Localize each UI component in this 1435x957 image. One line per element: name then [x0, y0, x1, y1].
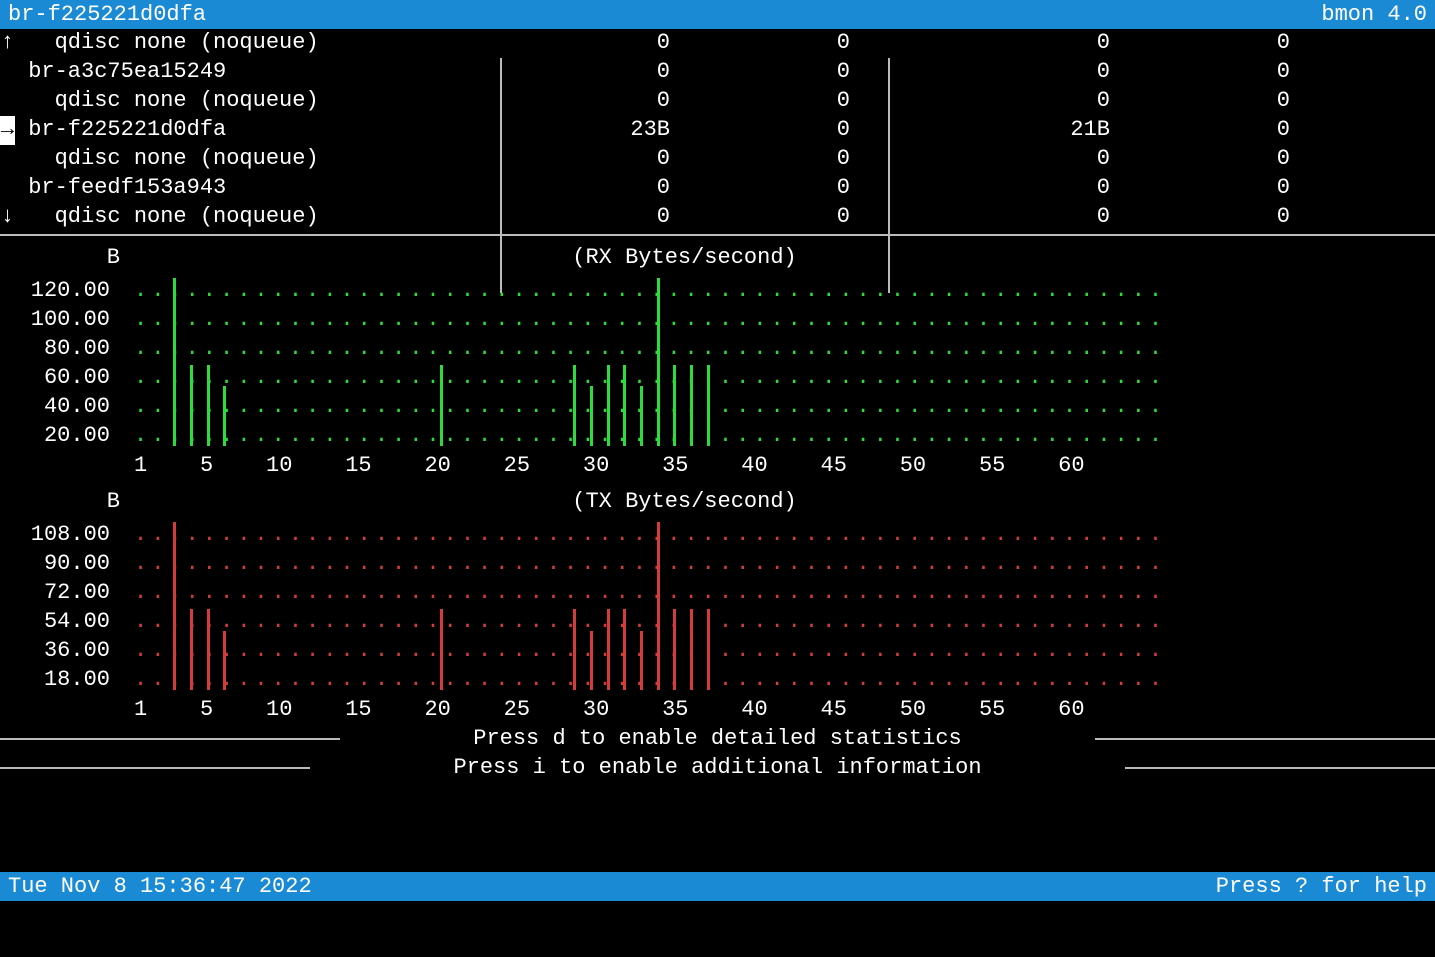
- gridline: ........................................…: [134, 608, 1134, 637]
- stat-tx_bytes: 0: [880, 87, 1140, 116]
- stat-rx_pkts: 0: [700, 87, 880, 116]
- stat-tx_bytes: 0: [880, 174, 1140, 203]
- stat-rx_pkts: 0: [700, 203, 880, 232]
- stat-rx_bytes: 0: [500, 87, 700, 116]
- stat-tx_pkts: 0: [1140, 87, 1320, 116]
- title-version: bmon 4.0: [1321, 0, 1427, 29]
- gridline: ........................................…: [134, 637, 1134, 666]
- stat-tx_bytes: 0: [880, 58, 1140, 87]
- y-tick: 54.00: [28, 608, 110, 637]
- stat-rx_bytes: 0: [500, 174, 700, 203]
- stat-rx_pkts: 0: [700, 116, 880, 145]
- tx-graph-section: B (TX Bytes/second) 108.00..............…: [0, 480, 1435, 724]
- interface-name: → br-f225221d0dfa: [0, 116, 500, 145]
- interface-name: ↑ qdisc none (noqueue): [0, 29, 500, 58]
- gridline: ........................................…: [134, 306, 1134, 335]
- y-tick: 20.00: [28, 422, 110, 451]
- statusbar: Tue Nov 8 15:36:47 2022 Press ? for help: [0, 872, 1435, 901]
- y-tick: 108.00: [28, 521, 110, 550]
- hint-additional: Press i to enable additional information: [0, 753, 1435, 782]
- gridline: ........................................…: [134, 521, 1134, 550]
- y-tick: 80.00: [28, 335, 110, 364]
- tx-graph: 108.00..................................…: [38, 521, 1435, 696]
- tx-x-axis: 1 5 10 15 20 25 30 35 40 45 50 55 60: [134, 696, 1435, 725]
- stat-tx_bytes: 0: [880, 203, 1140, 232]
- stat-tx_pkts: 0: [1140, 116, 1320, 145]
- interface-name: qdisc none (noqueue): [0, 87, 500, 116]
- gridline: ........................................…: [134, 277, 1134, 306]
- interface-row[interactable]: ↓ qdisc none (noqueue)0000: [0, 203, 1435, 232]
- stat-tx_bytes: 21B: [880, 116, 1140, 145]
- stat-rx_pkts: 0: [700, 58, 880, 87]
- title-interface: br-f225221d0dfa: [8, 0, 206, 29]
- rx-unit-label: B: [0, 244, 134, 273]
- interface-row[interactable]: br-a3c75ea152490000: [0, 58, 1435, 87]
- y-tick: 40.00: [28, 393, 110, 422]
- stat-rx_pkts: 0: [700, 145, 880, 174]
- stat-tx_bytes: 0: [880, 29, 1140, 58]
- status-help: Press ? for help: [1216, 872, 1427, 901]
- stat-tx_bytes: 0: [880, 145, 1140, 174]
- tx-unit-label: B: [0, 488, 134, 517]
- gridline: ........................................…: [134, 364, 1134, 393]
- column-divider: [500, 58, 502, 293]
- stat-tx_pkts: 0: [1140, 174, 1320, 203]
- stat-tx_pkts: 0: [1140, 203, 1320, 232]
- interface-name: qdisc none (noqueue): [0, 145, 500, 174]
- tx-graph-title: (TX Bytes/second): [134, 488, 1435, 517]
- status-datetime: Tue Nov 8 15:36:47 2022: [8, 872, 312, 901]
- rx-graph-section: B (RX Bytes/second) 120.00..............…: [0, 236, 1435, 480]
- interface-row[interactable]: ↑ qdisc none (noqueue)0000: [0, 29, 1435, 58]
- stat-tx_pkts: 0: [1140, 29, 1320, 58]
- stat-tx_pkts: 0: [1140, 145, 1320, 174]
- y-tick: 36.00: [28, 637, 110, 666]
- column-divider: [888, 58, 890, 293]
- rx-graph: 120.00..................................…: [38, 277, 1435, 452]
- gridline: ........................................…: [134, 335, 1134, 364]
- interface-list[interactable]: ↑ qdisc none (noqueue)0000 br-a3c75ea152…: [0, 29, 1435, 236]
- rx-graph-title: (RX Bytes/second): [134, 244, 1435, 273]
- stat-rx_pkts: 0: [700, 174, 880, 203]
- gridline: ........................................…: [134, 579, 1134, 608]
- titlebar: br-f225221d0dfa bmon 4.0: [0, 0, 1435, 29]
- y-tick: 60.00: [28, 364, 110, 393]
- y-tick: 120.00: [28, 277, 110, 306]
- stat-tx_pkts: 0: [1140, 58, 1320, 87]
- interface-name: br-feedf153a943: [0, 174, 500, 203]
- stat-rx_bytes: 0: [500, 58, 700, 87]
- y-tick: 90.00: [28, 550, 110, 579]
- interface-row[interactable]: br-feedf153a9430000: [0, 174, 1435, 203]
- interface-name: ↓ qdisc none (noqueue): [0, 203, 500, 232]
- y-tick: 72.00: [28, 579, 110, 608]
- rx-x-axis: 1 5 10 15 20 25 30 35 40 45 50 55 60: [134, 452, 1435, 481]
- stat-rx_bytes: 0: [500, 203, 700, 232]
- stat-rx_bytes: 0: [500, 145, 700, 174]
- interface-row[interactable]: → br-f225221d0dfa23B021B0: [0, 116, 1435, 145]
- y-tick: 100.00: [28, 306, 110, 335]
- stat-rx_pkts: 0: [700, 29, 880, 58]
- interface-row[interactable]: qdisc none (noqueue)0000: [0, 145, 1435, 174]
- interface-row[interactable]: qdisc none (noqueue)0000: [0, 87, 1435, 116]
- gridline: ........................................…: [134, 550, 1134, 579]
- y-tick: 18.00: [28, 666, 110, 695]
- gridline: ........................................…: [134, 422, 1134, 451]
- interface-name: br-a3c75ea15249: [0, 58, 500, 87]
- stat-rx_bytes: 0: [500, 29, 700, 58]
- hint-detailed: Press d to enable detailed statistics: [0, 724, 1435, 753]
- gridline: ........................................…: [134, 666, 1134, 695]
- stat-rx_bytes: 23B: [500, 116, 700, 145]
- gridline: ........................................…: [134, 393, 1134, 422]
